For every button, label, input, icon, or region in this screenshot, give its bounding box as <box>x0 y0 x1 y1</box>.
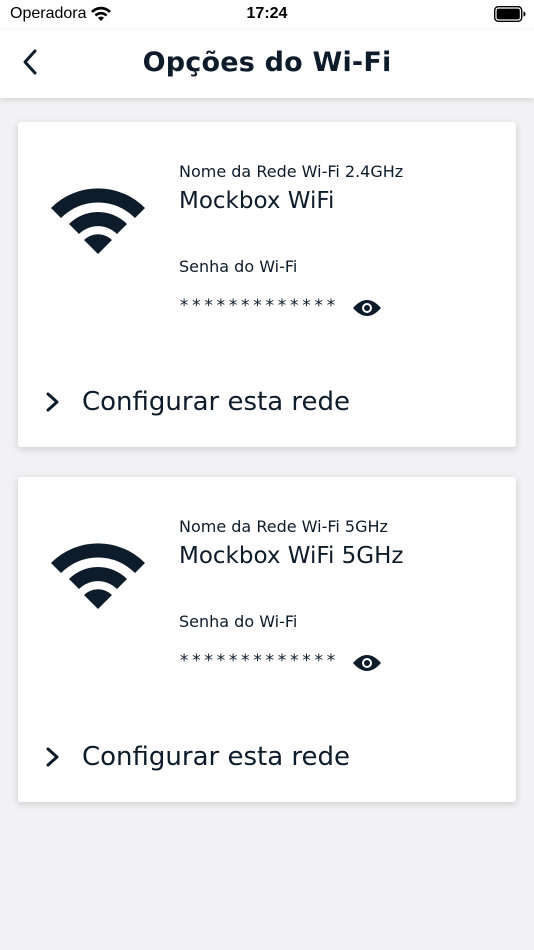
eye-icon <box>353 655 381 671</box>
wifi-icon <box>51 188 145 254</box>
password-label: Senha do Wi-Fi <box>179 612 298 631</box>
network-card-2-4ghz: Nome da Rede Wi-Fi 2.4GHz Mockbox WiFi S… <box>18 122 516 447</box>
show-password-button[interactable] <box>351 295 383 321</box>
password-value: ************* <box>179 296 339 316</box>
configure-network-label: Configurar esta rede <box>82 742 351 772</box>
password-value: ************* <box>179 651 339 671</box>
status-time: 17:24 <box>246 5 288 22</box>
network-name-label: Nome da Rede Wi-Fi 2.4GHz <box>179 162 404 181</box>
network-name-value: Mockbox WiFi <box>179 188 335 214</box>
network-name-label: Nome da Rede Wi-Fi 5GHz <box>179 517 388 536</box>
eye-icon <box>353 300 381 316</box>
page-title: Opções do Wi-Fi <box>142 47 392 78</box>
wifi-icon <box>51 543 145 609</box>
chevron-right-icon <box>46 747 59 767</box>
status-bar: Operadora 17:24 <box>0 0 534 30</box>
network-card-5ghz: Nome da Rede Wi-Fi 5GHz Mockbox WiFi 5GH… <box>18 477 516 802</box>
password-label: Senha do Wi-Fi <box>179 257 298 276</box>
configure-network-button[interactable]: Configurar esta rede <box>36 735 496 779</box>
show-password-button[interactable] <box>351 650 383 676</box>
navigation-bar: Opções do Wi-Fi <box>0 30 534 98</box>
network-name-value: Mockbox WiFi 5GHz <box>179 543 404 569</box>
configure-network-label: Configurar esta rede <box>82 387 351 417</box>
battery-icon <box>494 6 526 22</box>
chevron-right-icon <box>46 392 59 412</box>
configure-network-button[interactable]: Configurar esta rede <box>36 380 496 424</box>
